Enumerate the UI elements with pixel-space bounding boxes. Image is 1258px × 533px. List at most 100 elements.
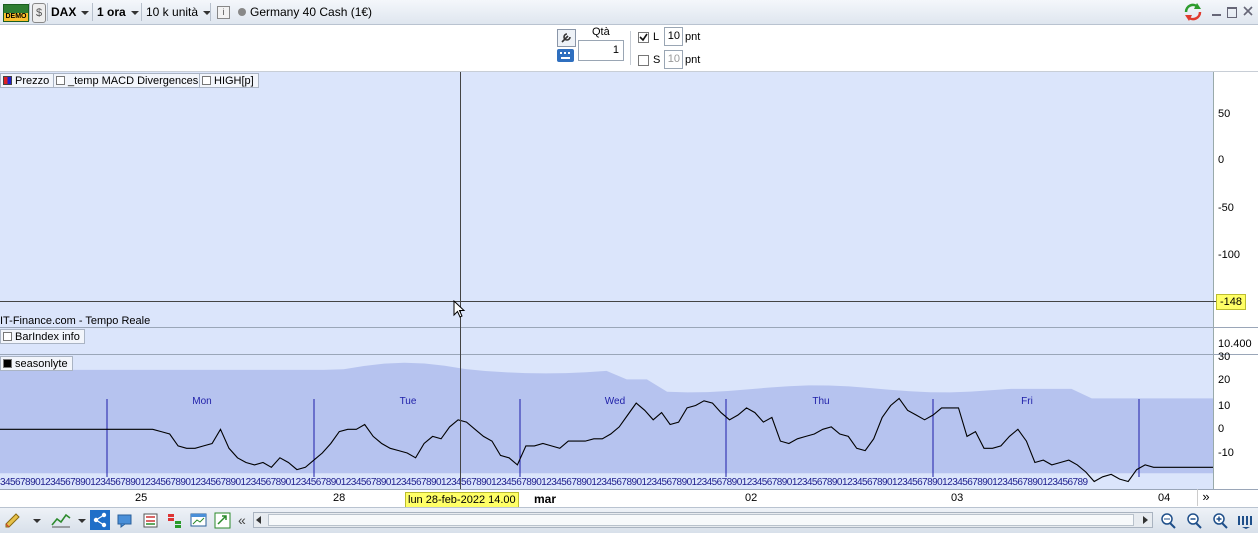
chevron-down-icon[interactable] (78, 519, 86, 523)
short-points-input[interactable]: 10 (664, 50, 683, 69)
instrument-selector[interactable]: DAX (51, 0, 90, 24)
scrollbar-thumb[interactable] (268, 514, 1134, 526)
wrench-icon[interactable] (557, 29, 576, 47)
scroll-right-more-button[interactable]: » (1197, 489, 1214, 506)
price-panel[interactable] (0, 72, 1213, 327)
chevron-down-icon[interactable] (33, 519, 41, 523)
comment-icon[interactable] (116, 512, 134, 529)
season-panel[interactable]: Mon Tue Wed Thu Fri (0, 355, 1213, 489)
long-checkbox[interactable] (638, 32, 649, 43)
order-book-icon[interactable] (166, 512, 184, 529)
price-y-tick: -50 (1218, 202, 1234, 214)
x-axis-label: 28 (333, 492, 346, 504)
scroll-right-icon[interactable] (1143, 516, 1148, 524)
x-axis-label: 25 (135, 492, 148, 504)
x-axis-label: mar (534, 492, 557, 506)
season-y-tick: 0 (1218, 423, 1225, 435)
price-tag-label: Prezzo (15, 75, 50, 87)
qty-input[interactable]: 1 (578, 40, 624, 61)
horizontal-scrollbar[interactable] (253, 512, 1153, 528)
tick-digit-row: 3456789012345678901234567890123456789012… (0, 477, 1088, 488)
x-axis-label: 04 (1158, 492, 1171, 504)
long-points-input[interactable]: 10 (664, 27, 683, 46)
pencil-draw-icon[interactable] (4, 512, 22, 529)
collapse-toolbar-button[interactable]: « (238, 512, 246, 528)
season-y-tick: -10 (1218, 447, 1234, 459)
top-toolbar: DEMO $ DAX 1 ora 10 k unità i Germany 40… (0, 0, 1258, 25)
barindex-y-tick: 10.400 (1218, 338, 1252, 350)
high-tag[interactable]: HIGH[p] (199, 73, 259, 88)
bottom-toolbar: « (0, 507, 1258, 533)
macd-divergences-tag[interactable]: _temp MACD Divergences (53, 73, 204, 88)
cursor-value-tag: -148 (1216, 294, 1246, 310)
mouse-cursor-icon (453, 299, 467, 320)
macd-checkbox-icon (56, 76, 65, 85)
barindex-tag-label: BarIndex info (15, 331, 80, 343)
units-label: 10 k unità (146, 5, 199, 19)
market-name: Germany 40 Cash (1€) (250, 5, 373, 19)
order-divider (630, 31, 631, 65)
macd-tag-label: _temp MACD Divergences (68, 75, 199, 87)
seasonlyte-tag[interactable]: seasonlyte (0, 356, 73, 371)
zoom-fit-icon[interactable] (1159, 512, 1177, 529)
short-unit: pnt (685, 54, 701, 66)
x-axis[interactable] (0, 489, 1258, 508)
day-label: Tue (400, 396, 417, 407)
season-y-tick: 30 (1218, 351, 1231, 363)
x-cursor-label: lun 28-feb-2022 14.00 (405, 492, 519, 508)
barindex-checkbox-icon (3, 332, 12, 341)
price-tag[interactable]: Prezzo (0, 73, 55, 88)
sync-icon[interactable] (1182, 2, 1204, 22)
timeframe-label: 1 ora (97, 5, 126, 19)
range-band (0, 362, 1213, 474)
long-label: L (653, 31, 660, 43)
high-checkbox-icon (202, 76, 211, 85)
day-label: Thu (812, 396, 829, 407)
x-axis-label: 02 (745, 492, 758, 504)
seasonlyte-color-icon (3, 359, 12, 368)
price-y-tick: 50 (1218, 108, 1231, 120)
window-chart-icon[interactable] (190, 512, 208, 529)
short-label: S (653, 54, 661, 66)
status-dot-icon (238, 8, 246, 16)
demo-badge-icon: DEMO (3, 4, 29, 22)
short-checkbox[interactable] (638, 55, 649, 66)
bar-spacing-icon[interactable] (1236, 512, 1256, 529)
share-icon[interactable] (90, 510, 110, 530)
demo-badge: DEMO (4, 13, 28, 21)
scroll-left-icon[interactable] (256, 516, 261, 524)
chevron-down-icon (81, 10, 90, 15)
maximize-icon[interactable] (1227, 7, 1237, 18)
price-y-tick: 0 (1218, 154, 1225, 166)
crosshair-vertical (460, 72, 461, 489)
data-source-label: IT-Finance.com - Tempo Reale (0, 315, 151, 327)
seasonlyte-tag-label: seasonlyte (15, 358, 68, 370)
long-unit: pnt (685, 31, 701, 43)
instrument-label: DAX (51, 5, 77, 19)
price-color-icon (3, 76, 12, 85)
price-y-tick: -100 (1218, 249, 1241, 261)
barindex-panel[interactable] (0, 328, 1213, 354)
season-y-tick: 10 (1218, 400, 1231, 412)
barindex-tag[interactable]: BarIndex info (0, 329, 85, 344)
day-label: Fri (1021, 396, 1033, 407)
season-chart: Mon Tue Wed Thu Fri (0, 362, 1213, 483)
units-selector[interactable]: 10 k unità (146, 0, 212, 24)
close-icon[interactable] (1242, 5, 1254, 17)
indicator-chart-icon[interactable] (50, 512, 72, 529)
trade-arrows-icon[interactable] (214, 512, 232, 529)
order-bar: Qtà 1 L 10 pnt S 10 pnt (0, 25, 1258, 72)
keyboard-icon[interactable] (557, 49, 574, 62)
dollar-icon[interactable]: $ (32, 3, 46, 23)
crosshair-horizontal (0, 301, 1216, 302)
minimize-icon[interactable] (1212, 14, 1221, 16)
list-icon[interactable] (142, 512, 160, 529)
zoom-in-icon[interactable] (1211, 512, 1229, 529)
day-label: Mon (192, 396, 211, 407)
x-axis-label: 03 (951, 492, 964, 504)
zoom-out-icon[interactable] (1185, 512, 1203, 529)
qty-label: Qtà (592, 26, 610, 38)
timeframe-selector[interactable]: 1 ora (97, 0, 139, 24)
season-y-tick: 20 (1218, 374, 1231, 386)
info-icon[interactable]: i (217, 6, 230, 19)
